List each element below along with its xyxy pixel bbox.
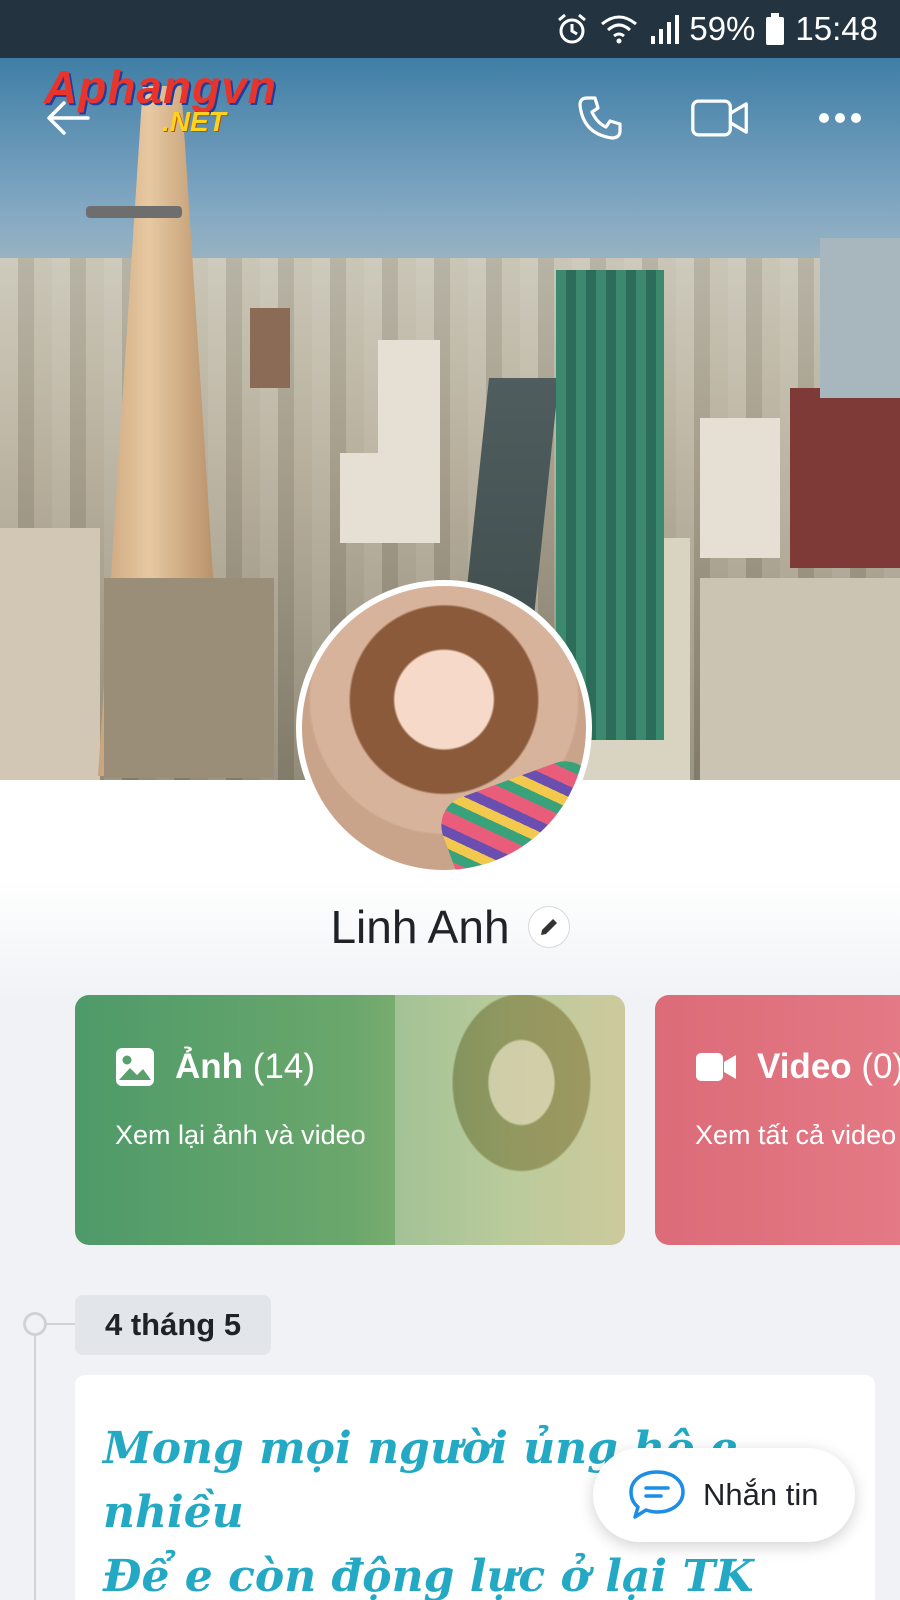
videos-card[interactable]: Video (0) Xem tất cả video xyxy=(655,995,900,1245)
pencil-icon xyxy=(540,919,557,935)
building xyxy=(790,388,900,568)
photos-card-title: Ảnh (14) xyxy=(115,1047,315,1087)
more-button[interactable] xyxy=(810,88,870,148)
edit-name-button[interactable] xyxy=(527,906,570,948)
signal-icon xyxy=(651,15,680,44)
profile-name-row: Linh Anh xyxy=(0,900,900,954)
photos-label: Ảnh xyxy=(175,1047,244,1086)
message-button[interactable]: Nhắn tin xyxy=(593,1448,855,1542)
helipad xyxy=(86,206,182,218)
battery-icon xyxy=(766,13,785,45)
timeline-dot xyxy=(23,1312,47,1336)
timeline-connector xyxy=(47,1323,75,1325)
timeline-date: 4 tháng 5 xyxy=(75,1295,272,1355)
status-bar: 59% 15:48 xyxy=(0,0,900,58)
phone-icon xyxy=(578,96,622,140)
photos-card-thumbnail xyxy=(395,995,625,1245)
building xyxy=(340,453,440,543)
back-arrow-icon xyxy=(47,101,90,135)
building xyxy=(820,238,900,398)
videos-label: Video xyxy=(757,1047,852,1086)
chat-bubble-icon xyxy=(629,1470,685,1519)
videos-count: (0) xyxy=(861,1047,900,1086)
videos-card-title: Video (0) xyxy=(695,1047,900,1087)
photos-card[interactable]: Ảnh (14) Xem lại ảnh và video xyxy=(75,995,625,1245)
photos-count: (14) xyxy=(252,1047,316,1086)
message-button-label: Nhắn tin xyxy=(703,1477,819,1512)
video-camera-icon xyxy=(691,99,748,137)
alarm-icon xyxy=(558,13,587,44)
building xyxy=(700,578,900,780)
image-icon xyxy=(116,1048,154,1086)
videos-subtitle: Xem tất cả video xyxy=(695,1120,897,1150)
building xyxy=(250,308,290,388)
building xyxy=(0,528,100,780)
building xyxy=(700,418,780,558)
wifi-icon xyxy=(601,15,638,44)
more-icon xyxy=(819,113,861,123)
call-button[interactable] xyxy=(570,88,630,148)
video-icon xyxy=(696,1053,736,1081)
back-button[interactable] xyxy=(38,88,98,148)
video-call-button[interactable] xyxy=(690,88,750,148)
building xyxy=(378,340,440,460)
photos-subtitle: Xem lại ảnh và video xyxy=(115,1120,366,1150)
battery-percent: 59% xyxy=(689,10,756,47)
building xyxy=(104,578,274,778)
avatar-dress xyxy=(432,752,586,870)
avatar[interactable] xyxy=(296,580,592,876)
clock: 15:48 xyxy=(795,10,878,47)
timeline-line xyxy=(34,1325,36,1600)
profile-name: Linh Anh xyxy=(330,901,510,953)
